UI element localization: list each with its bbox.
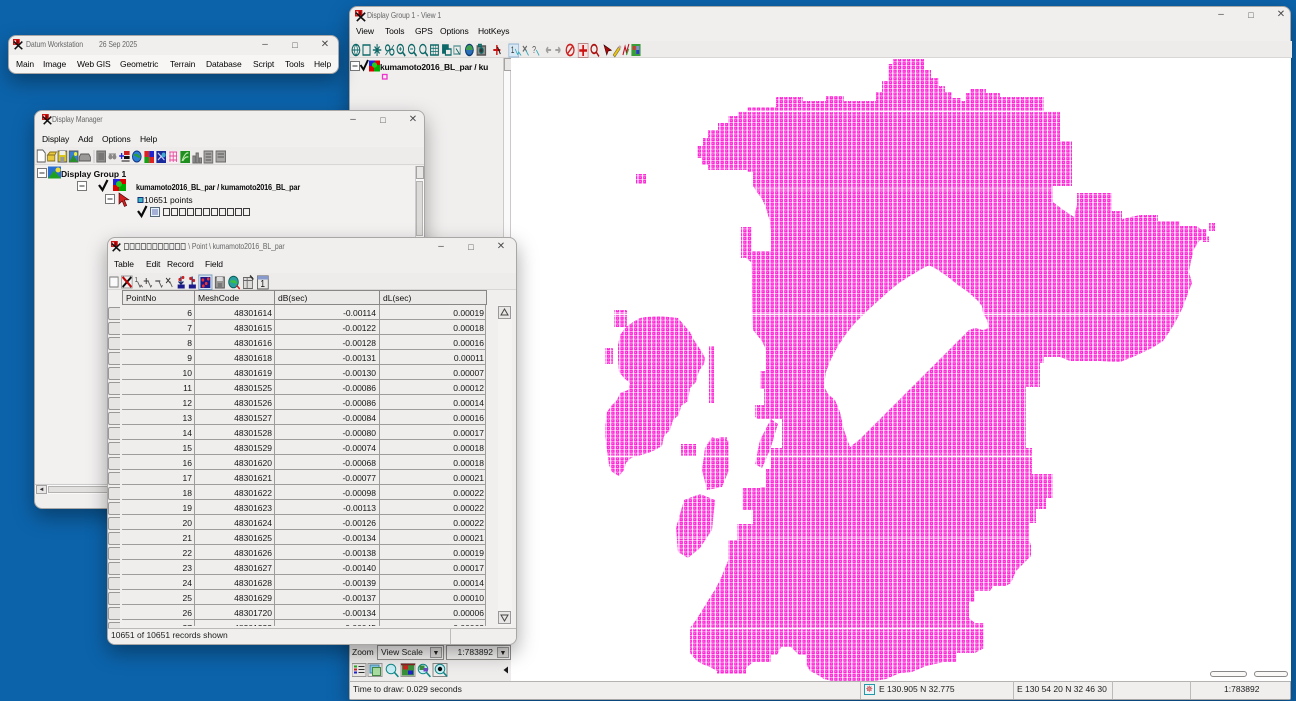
svg-text:1: 1 (511, 45, 515, 55)
svg-text:?: ? (532, 44, 536, 56)
svg-text:1: 1 (260, 278, 265, 289)
svg-text:1: 1 (135, 277, 139, 285)
